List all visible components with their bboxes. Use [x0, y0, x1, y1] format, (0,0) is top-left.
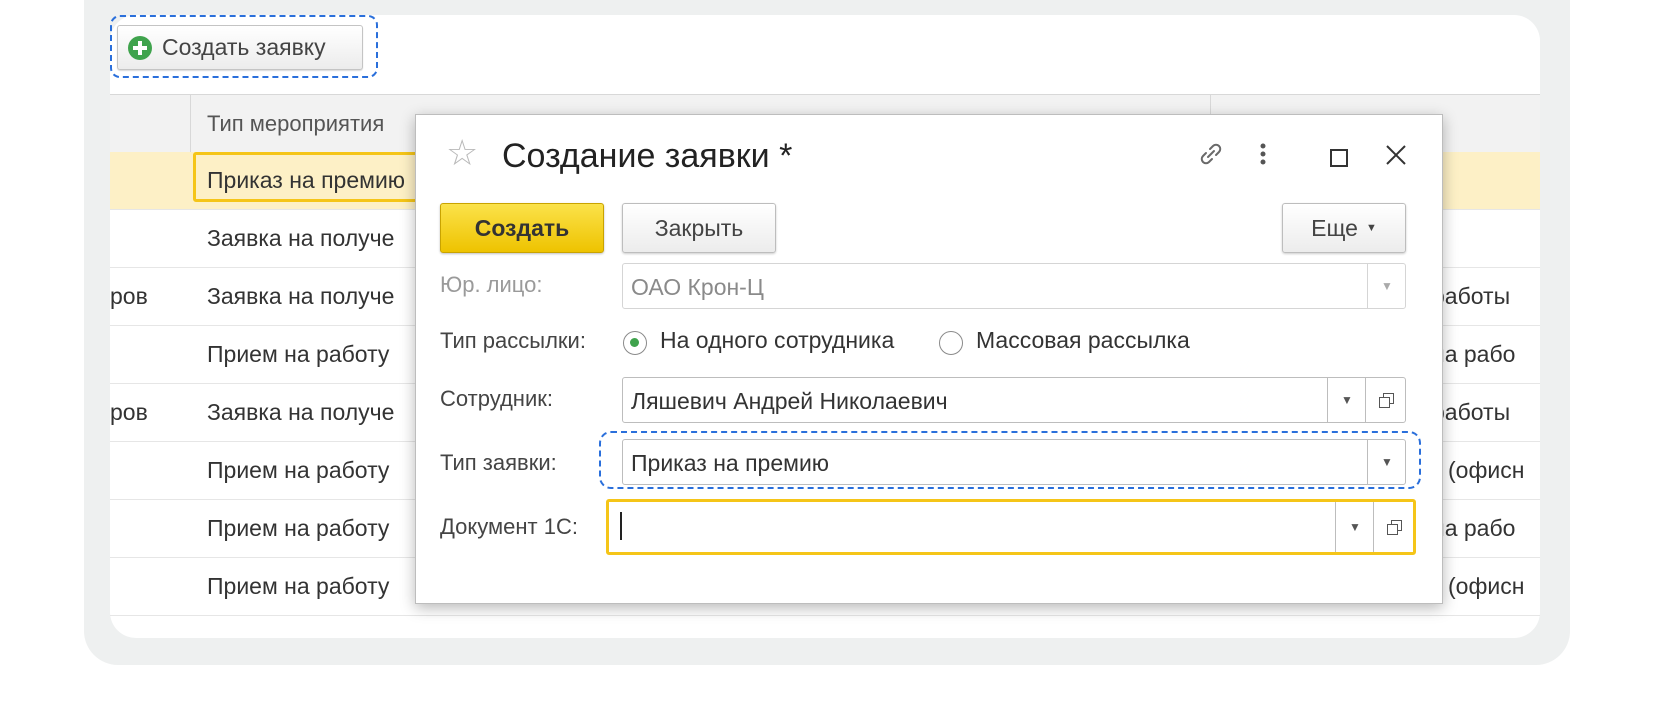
maximize-icon[interactable]	[1329, 145, 1349, 173]
cell-event-type: Заявка на получе	[207, 399, 395, 425]
cell-left: ров	[110, 399, 148, 425]
cell-event-type: Прием на работу	[207, 515, 390, 541]
cell-right: работы	[1432, 283, 1511, 309]
create-button[interactable]: Создать	[440, 203, 604, 253]
cell-event-type: Прием на работу	[207, 457, 390, 483]
more-label: Еще	[1311, 214, 1358, 241]
cell-right: на рабо	[1432, 341, 1516, 367]
request-type-label: Тип заявки:	[440, 450, 557, 475]
cell-event-type: Прием на работу	[207, 341, 390, 367]
cell-event-type: Приказ на премию	[207, 167, 406, 193]
document-1c-field[interactable]: ▼	[606, 499, 1416, 555]
employee-label: Сотрудник:	[440, 386, 553, 411]
chevron-down-icon[interactable]: ▼	[1368, 440, 1406, 484]
more-actions-icon[interactable]	[1256, 139, 1270, 174]
radio-one-employee-label[interactable]: На одного сотрудника	[660, 327, 894, 354]
cell-right: (офисн	[1448, 457, 1525, 483]
chevron-down-icon: ▼	[1381, 279, 1393, 293]
cell-event-type: Заявка на получе	[207, 283, 395, 309]
cell-left: ров	[110, 283, 148, 309]
cell-event-type: Заявка на получе	[207, 225, 395, 251]
legal-entity-field: ОАО Крон-Ц ▼	[622, 263, 1406, 309]
create-request-label: Создать заявку	[162, 34, 326, 60]
create-request-dialog: ☆ Создание заявки * Создать Закрыть Еще …	[415, 114, 1443, 604]
radio-mass-mailing[interactable]	[939, 331, 963, 355]
close-icon[interactable]	[1385, 143, 1407, 171]
plus-circle-icon	[128, 35, 152, 60]
employee-value: Ляшевич Андрей Николаевич	[631, 388, 948, 414]
legal-entity-label: Юр. лицо:	[440, 272, 543, 297]
dialog-title: Создание заявки *	[502, 137, 793, 175]
create-request-button[interactable]: Создать заявку	[117, 25, 363, 70]
cell-right: (офисн	[1448, 573, 1525, 599]
column-separator	[190, 95, 191, 153]
radio-one-employee[interactable]	[623, 331, 647, 355]
mailing-type-label: Тип рассылки:	[440, 328, 586, 353]
legal-entity-value: ОАО Крон-Ц	[631, 274, 764, 300]
request-type-field[interactable]: Приказ на премию ▼	[622, 439, 1406, 485]
request-type-value: Приказ на премию	[631, 450, 830, 476]
chevron-down-icon[interactable]: ▼	[1328, 378, 1366, 422]
link-icon[interactable]	[1196, 139, 1226, 174]
text-cursor	[620, 512, 622, 540]
open-form-icon[interactable]	[1374, 502, 1414, 552]
more-button[interactable]: Еще ▼	[1282, 203, 1406, 253]
cell-right: на рабо	[1432, 515, 1516, 541]
cell-event-type: Прием на работу	[207, 573, 390, 599]
close-button[interactable]: Закрыть	[622, 203, 776, 253]
column-header-event-type[interactable]: Тип мероприятия	[207, 111, 384, 137]
cell-right: работы	[1432, 399, 1511, 425]
employee-field[interactable]: Ляшевич Андрей Николаевич ▼	[622, 377, 1406, 423]
open-form-icon[interactable]	[1366, 378, 1406, 422]
favorite-star-icon[interactable]: ☆	[446, 135, 478, 171]
chevron-down-icon[interactable]: ▼	[1336, 502, 1374, 552]
document-1c-label: Документ 1С:	[440, 514, 578, 539]
radio-mass-mailing-label[interactable]: Массовая рассылка	[976, 327, 1190, 354]
chevron-down-icon: ▼	[1365, 222, 1377, 234]
